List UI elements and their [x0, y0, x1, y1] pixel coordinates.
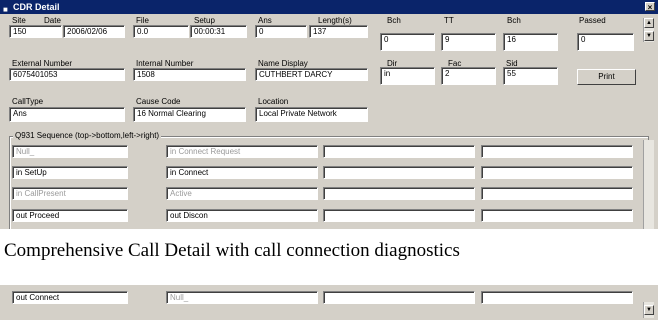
sequence-cell[interactable]	[323, 145, 475, 158]
scroll-up-icon[interactable]: ▲	[644, 18, 654, 28]
window-title: CDR Detail	[13, 2, 60, 12]
sid-field[interactable]: 55	[503, 67, 558, 85]
sequence-cell[interactable]	[323, 166, 475, 179]
call-type-label: CallType	[12, 97, 44, 106]
sequence-cell[interactable]: in Connect	[166, 166, 318, 179]
setup-field[interactable]: 00:00:31	[190, 25, 247, 38]
bottom-sequence-cell[interactable]	[323, 291, 475, 304]
print-button[interactable]: Print	[577, 69, 636, 85]
date-field[interactable]: 2006/02/06	[63, 25, 125, 38]
bch-label: Bch	[387, 16, 401, 25]
passed-field[interactable]: 0	[577, 33, 634, 51]
bottom-strip: ▼ out Connect Null_	[0, 285, 658, 320]
sequence-cell[interactable]	[481, 209, 633, 222]
bottom-sequence-cell[interactable]: out Connect	[12, 291, 128, 304]
bottom-scrollbar[interactable]: ▼	[643, 302, 654, 318]
sequence-label: Q931 Sequence (top->bottom,left->right)	[13, 131, 162, 141]
bchs-label: Bch	[507, 16, 521, 25]
fac-field[interactable]: 2	[441, 67, 496, 85]
call-type-field[interactable]: Ans	[9, 107, 125, 122]
sequence-scrollbar[interactable]	[643, 140, 654, 229]
title-bar: ■ CDR Detail ×	[0, 0, 658, 14]
internal-number-field[interactable]: 1508	[133, 68, 246, 81]
caption: Comprehensive Call Detail with call conn…	[0, 233, 658, 269]
date-label: Date	[44, 16, 61, 25]
close-button[interactable]: ×	[645, 2, 655, 12]
sequence-cell[interactable]: Active	[166, 187, 318, 200]
tt-field[interactable]: 9	[441, 33, 496, 51]
sequence-cell[interactable]: in CallPresent	[12, 187, 128, 200]
location-field[interactable]: Local Private Network	[255, 107, 368, 122]
ans-field[interactable]: 0	[255, 25, 307, 38]
location-label: Location	[258, 97, 289, 106]
file-field[interactable]: 0.0	[133, 25, 189, 38]
bch-field[interactable]: 0	[380, 33, 435, 51]
name-display-field[interactable]: CUTHBERT DARCY	[255, 68, 368, 81]
site-field[interactable]: 150	[9, 25, 62, 38]
cause-code-field[interactable]: 16 Normal Clearing	[133, 107, 246, 122]
scroll-down-icon[interactable]: ▼	[644, 305, 654, 315]
app-icon: ■	[3, 5, 8, 14]
sequence-cell[interactable]: in Connect Request	[166, 145, 318, 158]
cdr-detail-window: ■ CDR Detail × Site 150 Date 2006/02/06 …	[0, 0, 658, 229]
sequence-cell[interactable]	[323, 187, 475, 200]
sequence-cell[interactable]	[481, 145, 633, 158]
sequence-cell[interactable]: out Proceed	[12, 209, 128, 222]
external-number-field[interactable]: 6075401053	[9, 68, 125, 81]
sequence-cell[interactable]	[481, 187, 633, 200]
passed-label: Passed	[579, 16, 606, 25]
cause-code-label: Cause Code	[136, 97, 181, 106]
sequence-cell[interactable]	[323, 209, 475, 222]
top-scrollbar[interactable]: ▲ ▼	[643, 18, 654, 42]
sequence-cell[interactable]: in SetUp	[12, 166, 128, 179]
sequence-cell[interactable]: out Discon	[166, 209, 318, 222]
scroll-down-icon[interactable]: ▼	[644, 31, 654, 41]
tt-label: TT	[444, 16, 454, 25]
sequence-cell[interactable]	[481, 166, 633, 179]
bottom-sequence-cell[interactable]: Null_	[166, 291, 318, 304]
length-field[interactable]: 137	[309, 25, 368, 38]
bchs-field[interactable]: 16	[503, 33, 558, 51]
dir-field[interactable]: in	[380, 67, 435, 85]
bottom-sequence-cell[interactable]	[481, 291, 633, 304]
sequence-cell[interactable]: Null_	[12, 145, 128, 158]
